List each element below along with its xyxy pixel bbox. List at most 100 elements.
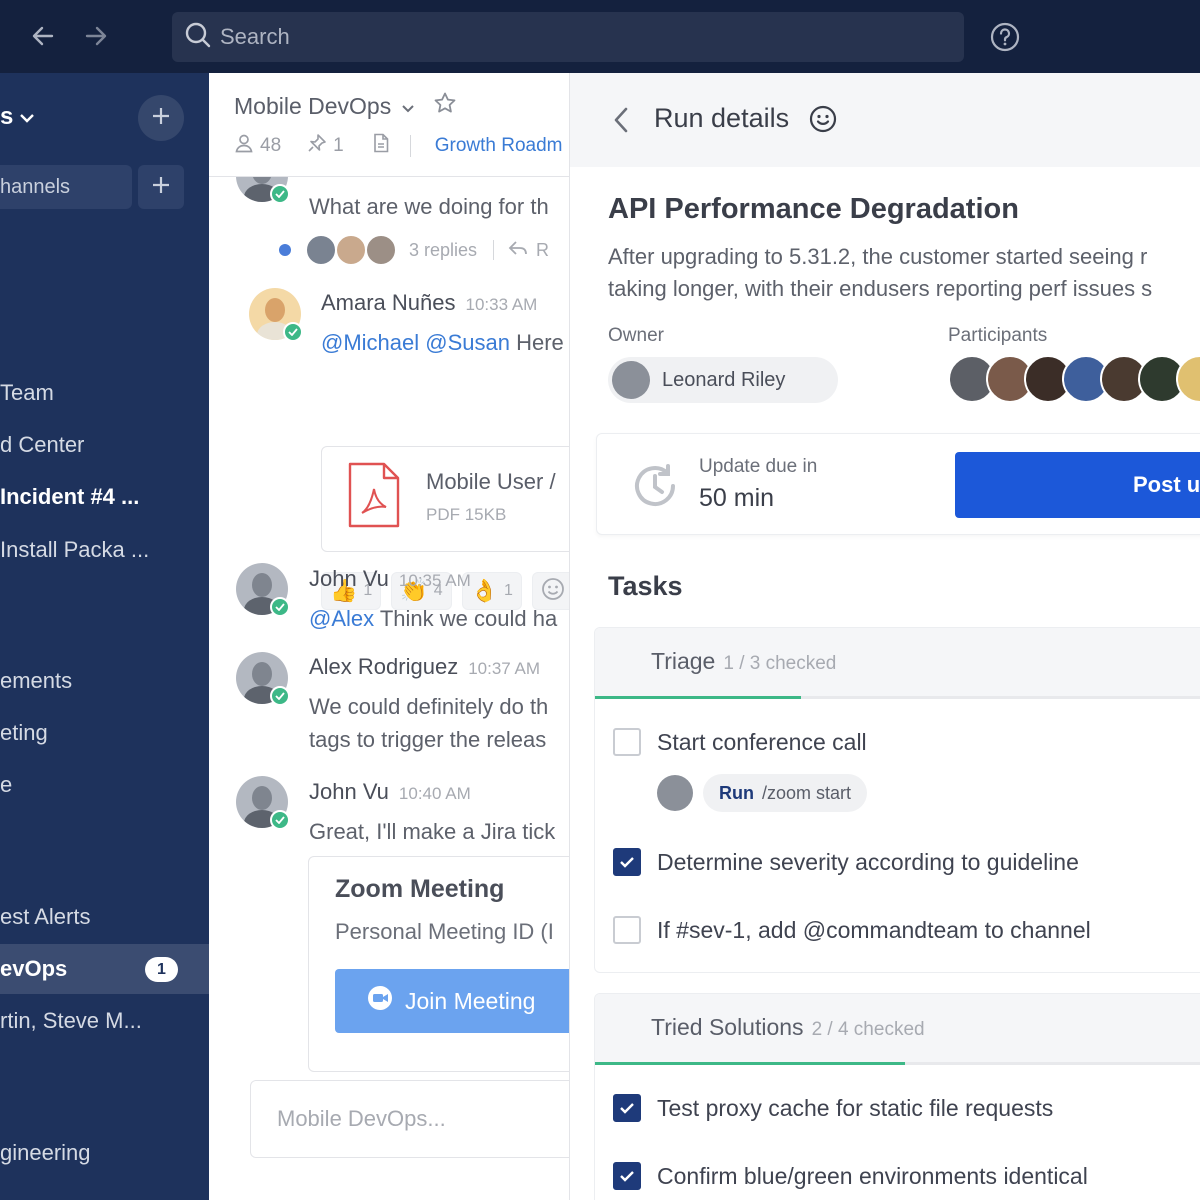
checkbox-checked[interactable] (613, 1094, 641, 1122)
task-label: Start conference call (657, 728, 867, 755)
ok-hand-icon: 👌 (470, 578, 499, 603)
run-details-panel: Run details API Performance Degradation … (570, 73, 1200, 1200)
plus-icon (151, 106, 171, 131)
message-text: @Michael @Susan Here (321, 326, 564, 359)
thread-replies[interactable]: 3 replies R (279, 234, 549, 266)
emoji-icon[interactable] (808, 104, 838, 139)
sidebar-item-test-alerts[interactable]: est Alerts (0, 892, 209, 942)
update-due-label: Update due in (699, 456, 818, 477)
pinned-count: 1 (333, 135, 344, 156)
sidebar-item-mobile-devops[interactable]: evOps 1 (0, 944, 209, 994)
chevron-down-icon (19, 103, 35, 131)
message-time: 10:33 AM (465, 295, 538, 314)
avatar (657, 775, 693, 811)
task-item[interactable]: Test proxy cache for static file request… (613, 1094, 1053, 1122)
run-label: Run (719, 782, 754, 803)
mention[interactable]: @Michael (321, 330, 419, 355)
sidebar: s hannels Team d Center Incident #4 ... … (0, 73, 209, 1200)
message-input[interactable] (251, 1081, 569, 1157)
member-icon[interactable] (234, 133, 254, 159)
task-item[interactable]: If #sev-1, add @commandteam to channel (613, 916, 1091, 944)
online-status-icon (270, 597, 290, 617)
channel-title: Mobile DevOps (234, 92, 392, 119)
run-command-button[interactable]: Run /zoom start (703, 774, 868, 812)
tasks-heading: Tasks (608, 571, 683, 601)
unread-badge: 1 (145, 957, 178, 982)
add-button[interactable] (138, 95, 184, 141)
checklist-header[interactable]: Triage 1 / 3 checked (595, 628, 1200, 698)
sidebar-item-label: Incident #4 ... (0, 484, 140, 509)
bookmark-link[interactable]: Growth Roadm (435, 135, 563, 157)
sidebar-item-engineering[interactable]: gineering (0, 1128, 209, 1178)
sidebar-item-install-package[interactable]: Install Packa ... (0, 525, 209, 575)
description-line: After upgrading to 5.31.2, the customer … (608, 244, 1148, 269)
file-icon[interactable] (372, 133, 390, 159)
add-channel-button[interactable] (138, 165, 184, 209)
message-author: Amara Nuñes 10:33 AM (321, 290, 537, 316)
author-name[interactable]: Amara Nuñes (321, 290, 456, 315)
browse-channels-button[interactable]: hannels (0, 165, 132, 209)
channel-pane: Mobile DevOps 48 1 Growth Roadm What are… (209, 73, 570, 1200)
checkbox-checked[interactable] (613, 1162, 641, 1190)
checkbox[interactable] (613, 916, 641, 944)
sidebar-item-announcements[interactable]: ements (0, 656, 209, 706)
checkmark-icon (620, 1171, 634, 1182)
author-name[interactable]: John Vu (309, 566, 389, 591)
checkbox[interactable] (613, 728, 641, 756)
reaction-count: 1 (504, 582, 513, 599)
author-name[interactable]: John Vu (309, 779, 389, 804)
plus-icon (151, 175, 171, 200)
task-item[interactable]: Start conference call (613, 728, 867, 756)
message-text: @Alex Think we could ha (309, 602, 557, 635)
checklist-header[interactable]: Tried Solutions 2 / 4 checked (595, 994, 1200, 1064)
task-item[interactable]: Confirm blue/green environments identica… (613, 1162, 1088, 1190)
team-menu[interactable]: s (0, 103, 35, 131)
pin-icon[interactable] (307, 133, 327, 159)
checkmark-icon (620, 857, 634, 868)
replies-count: 3 replies (409, 239, 478, 260)
sidebar-item-center[interactable]: d Center (0, 420, 209, 470)
help-icon[interactable] (986, 18, 1024, 56)
mention[interactable]: @Susan (425, 330, 510, 355)
task-item[interactable]: Determine severity according to guidelin… (613, 848, 1079, 876)
forward-arrow-icon[interactable] (78, 18, 114, 54)
task-command: Run /zoom start (657, 774, 868, 812)
post-update-button[interactable]: Post u (955, 452, 1200, 518)
checklist-triage: Triage 1 / 3 checked Start conference cal… (594, 627, 1200, 973)
top-bar (0, 0, 1200, 73)
message-author: John Vu 10:40 AM (309, 779, 471, 805)
avatar (365, 234, 397, 266)
chevron-left-icon[interactable] (606, 103, 636, 137)
message-input-box[interactable] (250, 1080, 569, 1158)
join-meeting-button[interactable]: Join Meeting (335, 969, 569, 1033)
search-box[interactable] (172, 12, 964, 62)
back-arrow-icon[interactable] (25, 18, 61, 54)
sidebar-item-label: d Center (0, 432, 85, 457)
author-name[interactable]: Alex Rodriguez (309, 654, 458, 679)
message-author: Alex Rodriguez 10:37 AM (309, 654, 540, 680)
sidebar-item-incident[interactable]: Incident #4 ... (0, 472, 209, 522)
owner-selector[interactable]: Leonard Riley (608, 357, 838, 403)
member-count: 48 (260, 135, 282, 156)
file-attachment[interactable]: Mobile User / PDF 15KB (321, 446, 569, 552)
sidebar-item-meeting[interactable]: eting (0, 708, 209, 758)
checkmark-icon (620, 1103, 634, 1114)
update-due-value: 50 min (699, 484, 775, 512)
channel-header: Mobile DevOps 48 1 Growth Roadm (209, 73, 569, 177)
avatar (305, 234, 337, 266)
channel-title-menu[interactable]: Mobile DevOps (234, 91, 457, 121)
star-icon[interactable] (433, 91, 457, 121)
sidebar-item-group-dm[interactable]: rtin, Steve M... (0, 996, 209, 1046)
participants-list[interactable] (948, 355, 1200, 403)
owner-label: Owner (608, 325, 664, 346)
post-update-label: Post u (1133, 472, 1200, 497)
team-name: s (0, 103, 14, 130)
sidebar-item-team[interactable]: Team (0, 368, 209, 418)
incident-title: API Performance Degradation (608, 193, 1019, 225)
channel-meta: 48 1 Growth Roadm (234, 133, 563, 159)
sidebar-item-e[interactable]: e (0, 760, 209, 810)
search-input[interactable] (220, 24, 920, 50)
sidebar-item-label: e (0, 772, 13, 797)
mention[interactable]: @Alex (309, 606, 374, 631)
checkbox-checked[interactable] (613, 848, 641, 876)
